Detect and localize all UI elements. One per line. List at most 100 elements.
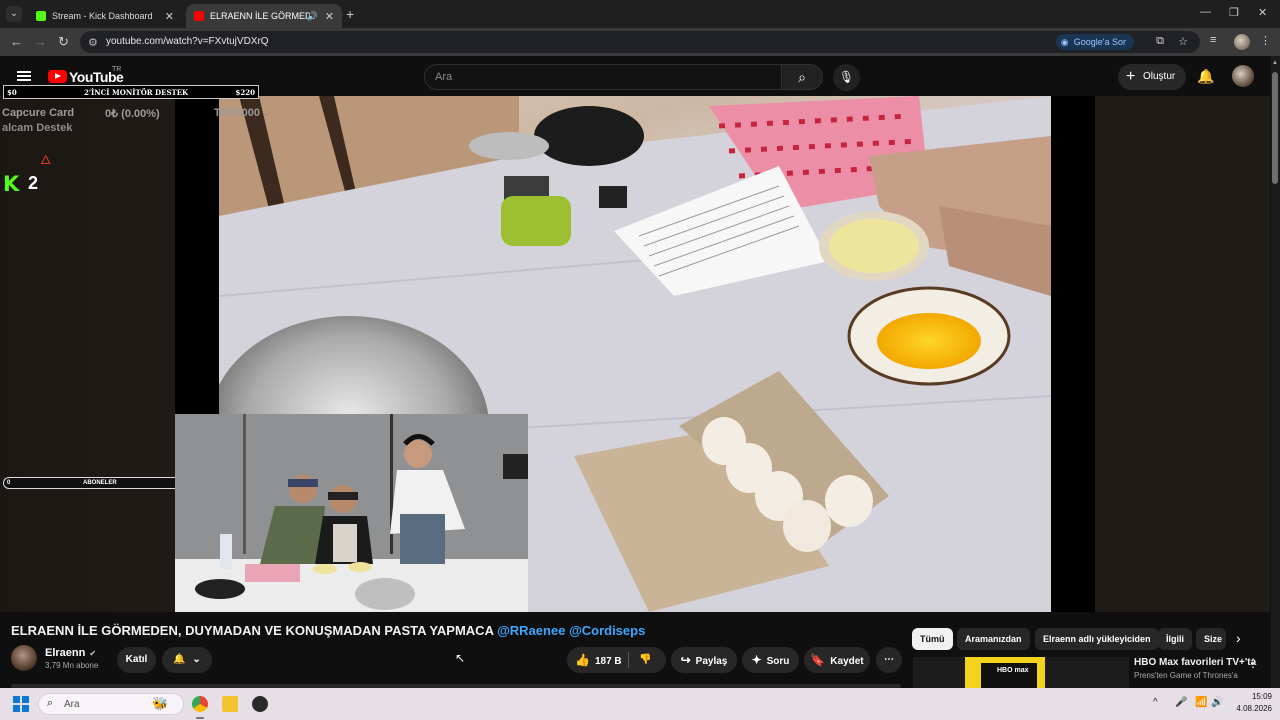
active-app-indicator: [196, 717, 204, 719]
tab-title: Stream - Kick Dashboard: [52, 11, 153, 21]
mention-link[interactable]: @Cordiseps: [569, 623, 645, 638]
video-title: ELRAENN İLE GÖRMEDEN, DUYMADAN VE KONUŞM…: [11, 623, 645, 638]
back-icon[interactable]: ←: [10, 34, 23, 49]
subscriber-count: 3,79 Mn abone: [45, 661, 99, 670]
share-button[interactable]: ↪ Paylaş: [671, 647, 737, 673]
share-icon: ↪: [680, 653, 691, 667]
search-icon: ⌕: [47, 697, 54, 709]
country-code: TR: [112, 66, 122, 73]
lens-icon: ◉: [1060, 37, 1069, 47]
save-button[interactable]: 🔖 Kaydet: [804, 647, 870, 673]
ad-more-icon[interactable]: ⋮: [1247, 656, 1259, 670]
subscriber-goal-bar: 0 ABONELER 10: [3, 477, 197, 489]
chip-all[interactable]: Tümü: [912, 628, 953, 650]
volume-icon[interactable]: 🔊: [1211, 697, 1223, 708]
reading-list-icon[interactable]: ≡: [1210, 34, 1216, 46]
verified-badge-icon: ✔: [89, 649, 97, 658]
video-title-text: ELRAENN İLE GÖRMEDEN, DUYMADAN VE KONUŞM…: [11, 623, 494, 638]
chip-related[interactable]: İlgili: [1158, 628, 1192, 650]
close-window-icon[interactable]: ✕: [1258, 6, 1267, 19]
donation-title: 2'İNCİ MONİTÖR DESTEK: [84, 88, 189, 97]
tab-youtube-video[interactable]: ELRAENN İLE GÖRMEDEN, D 🔊 ✕: [186, 4, 342, 28]
search-highlight-icon: 🐝: [152, 696, 169, 711]
browser-menu-icon[interactable]: ⋮: [1260, 34, 1271, 47]
new-tab-icon[interactable]: +: [346, 6, 354, 22]
restore-icon[interactable]: ❐: [1229, 6, 1239, 19]
capture-label: Capcure Card: [2, 107, 75, 119]
forward-icon[interactable]: →: [34, 34, 47, 49]
mention-link[interactable]: @RRaenee: [497, 623, 565, 638]
wifi-icon[interactable]: 📶: [1195, 697, 1207, 708]
subscription-bell-button[interactable]: 🔔 ⌄: [162, 647, 212, 673]
more-horizontal-icon: ⋯: [884, 654, 894, 665]
tray-overflow-icon[interactable]: ^: [1153, 697, 1158, 708]
bookmark-star-icon[interactable]: ☆: [1178, 35, 1188, 48]
ad-logo-text: HBO max: [997, 667, 1029, 674]
channel-avatar[interactable]: [11, 645, 37, 671]
chip-label: Aramanızdan: [965, 634, 1022, 644]
flame-icon: 🜂: [40, 152, 52, 167]
voice-search-icon[interactable]: 🎙: [833, 64, 860, 91]
tab-audio-icon[interactable]: 🔊: [307, 11, 318, 22]
ad-title[interactable]: HBO Max favorileri TV+'ta: [1134, 657, 1256, 668]
youtube-logo-icon[interactable]: [48, 70, 67, 83]
close-tab-icon[interactable]: ✕: [325, 10, 334, 23]
file-explorer-icon[interactable]: [222, 696, 238, 712]
like-dislike-group: 👍 187 B 👎: [567, 647, 666, 673]
mouse-cursor-icon: ↖: [455, 651, 466, 665]
url-text[interactable]: youtube.com/watch?v=FXvtujVDXrQ: [106, 36, 269, 47]
capture-goal: TRY4000: [213, 107, 260, 119]
chip-for-you[interactable]: Size: [1196, 628, 1226, 650]
chevron-down-icon: ⌄: [192, 654, 201, 665]
sparkle-icon: ✦: [751, 653, 762, 667]
search-button[interactable]: ⌕: [781, 64, 823, 90]
chip-label: Tümü: [920, 634, 945, 644]
youtube-favicon-icon: [194, 11, 204, 21]
microphone-icon[interactable]: 🎤: [1175, 697, 1187, 708]
channel-name[interactable]: Elraenn ✔: [45, 647, 96, 659]
site-info-icon[interactable]: ⚙: [88, 36, 98, 49]
tab-kick-dashboard[interactable]: Stream - Kick Dashboard ✕: [28, 4, 182, 28]
scrollbar-thumb[interactable]: [1272, 72, 1278, 184]
like-button[interactable]: 👍 187 B: [575, 653, 622, 667]
reload-icon[interactable]: ↻: [58, 34, 69, 50]
chip-from-search[interactable]: Aramanızdan: [957, 628, 1030, 650]
kick-viewer-count: 2: [28, 173, 39, 193]
dislike-button[interactable]: 👎: [639, 647, 651, 673]
taskbar-search-input[interactable]: ⌕ Ara 🐝: [38, 693, 184, 715]
browser-profile-avatar[interactable]: [1234, 34, 1250, 50]
google-sor-button[interactable]: ◉ Google'a Sor: [1055, 34, 1134, 50]
notifications-bell-icon[interactable]: 🔔: [1197, 68, 1214, 85]
bell-icon: 🔔: [173, 654, 186, 665]
address-bar[interactable]: ⚙ youtube.com/watch?v=FXvtujVDXrQ ◉ Goog…: [80, 31, 1200, 53]
create-button[interactable]: + Oluştur: [1118, 64, 1186, 90]
menu-hamburger-icon[interactable]: [17, 71, 31, 81]
close-tab-icon[interactable]: ✕: [165, 10, 174, 23]
join-button[interactable]: Katıl: [117, 647, 156, 673]
google-sor-label: Google'a Sor: [1073, 37, 1126, 47]
install-app-icon[interactable]: ⧉: [1156, 35, 1164, 48]
chip-label: Elraenn adlı yükleyiciden: [1043, 634, 1151, 644]
clock-date[interactable]: 4.08.2026: [1228, 704, 1272, 713]
ad-thumbnail[interactable]: HBO max: [913, 657, 1129, 689]
webcam-overlay: [175, 414, 528, 612]
chevron-right-icon[interactable]: ›: [1236, 630, 1241, 646]
ask-button[interactable]: ✦ Soru: [742, 647, 799, 673]
tab-search-menu-icon[interactable]: ⌄: [6, 6, 22, 22]
scroll-up-icon[interactable]: ▲: [1272, 60, 1278, 66]
like-divider: [628, 652, 629, 668]
search-input[interactable]: Ara: [424, 64, 782, 90]
app-icon[interactable]: [252, 696, 268, 712]
thumbs-up-icon: 👍: [575, 653, 590, 667]
account-avatar[interactable]: [1232, 65, 1254, 87]
windows-start-icon[interactable]: [13, 696, 29, 712]
minimize-icon[interactable]: —: [1200, 6, 1211, 18]
chip-from-uploader[interactable]: Elraenn adlı yükleyiciden: [1035, 628, 1159, 650]
chrome-icon[interactable]: [192, 696, 208, 712]
channel-name-text[interactable]: Elraenn: [45, 647, 85, 659]
more-actions-button[interactable]: ⋯: [876, 647, 902, 673]
donation-goal-bar: $0 2'İNCİ MONİTÖR DESTEK $220: [3, 85, 259, 99]
join-label: Katıl: [125, 654, 148, 665]
clock-time[interactable]: 15:09: [1236, 692, 1272, 701]
subs-label: ABONELER: [83, 480, 117, 486]
